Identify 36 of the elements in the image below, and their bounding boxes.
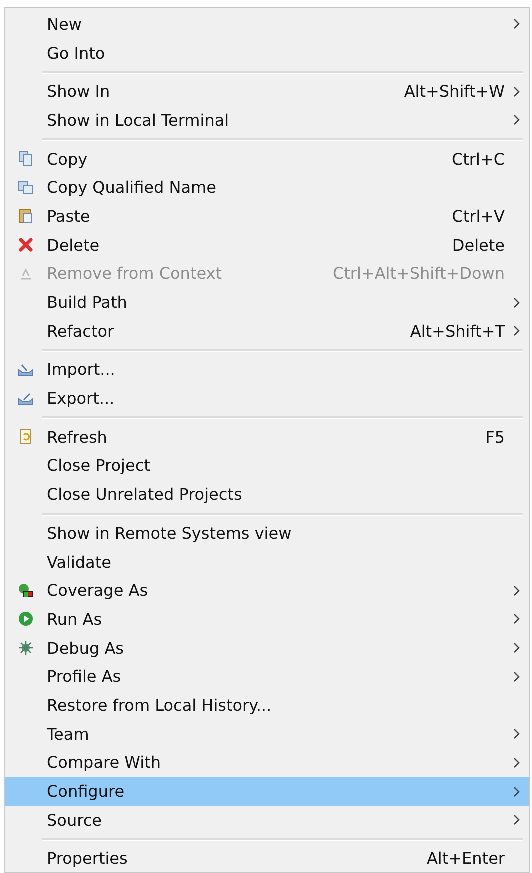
menu-item[interactable]: Paste Ctrl+V <box>5 202 529 231</box>
export-icon <box>18 390 34 407</box>
copy-icon <box>18 151 34 168</box>
menu-item[interactable]: Refresh F5 <box>5 422 529 452</box>
menu-item[interactable]: Copy Ctrl+C <box>5 144 529 174</box>
menu-item[interactable]: Show in Local Terminal <box>5 106 529 135</box>
menu-item[interactable]: Configure <box>5 777 529 806</box>
menu-item[interactable]: Close Unrelated Projects <box>5 480 529 509</box>
menu-item[interactable]: Close Project <box>5 452 529 480</box>
menu-item[interactable]: Debug As <box>5 634 529 662</box>
coverage-icon <box>18 582 34 599</box>
menu-item[interactable]: Run As <box>5 605 529 634</box>
menu-item[interactable]: Coverage As <box>5 576 529 606</box>
menu-item[interactable]: Source <box>5 806 529 835</box>
menu-item[interactable]: Restore from Local History... <box>5 691 529 720</box>
menu-item[interactable]: Compare With <box>5 748 529 778</box>
menu-item[interactable]: Show In Alt+Shift+W <box>5 77 529 106</box>
menu-item[interactable]: Validate <box>5 548 529 576</box>
menu-item[interactable]: Export... <box>5 384 529 413</box>
menu-item[interactable]: Show in Remote Systems view <box>5 519 529 548</box>
refresh-icon <box>18 429 34 446</box>
clipboard-icon <box>18 208 34 224</box>
delete-icon <box>18 237 34 254</box>
menu-item[interactable]: Refactor Alt+Shift+T <box>5 316 529 346</box>
menu-item[interactable]: Build Path <box>5 288 529 317</box>
menu-item[interactable]: Profile As <box>5 662 529 692</box>
menu-item[interactable]: New <box>5 10 529 39</box>
copy-icon <box>18 180 34 196</box>
import-icon <box>18 362 34 378</box>
run-icon <box>18 611 34 628</box>
menu-item[interactable]: Copy Qualified Name <box>5 173 529 202</box>
menu-item[interactable]: Properties Alt+Enter <box>5 844 529 873</box>
menu-item[interactable]: Import... <box>5 356 529 384</box>
menu-item[interactable]: Team <box>5 720 529 748</box>
menu-item[interactable]: Go Into <box>5 38 529 68</box>
menu-item[interactable]: Delete Delete <box>5 230 529 260</box>
